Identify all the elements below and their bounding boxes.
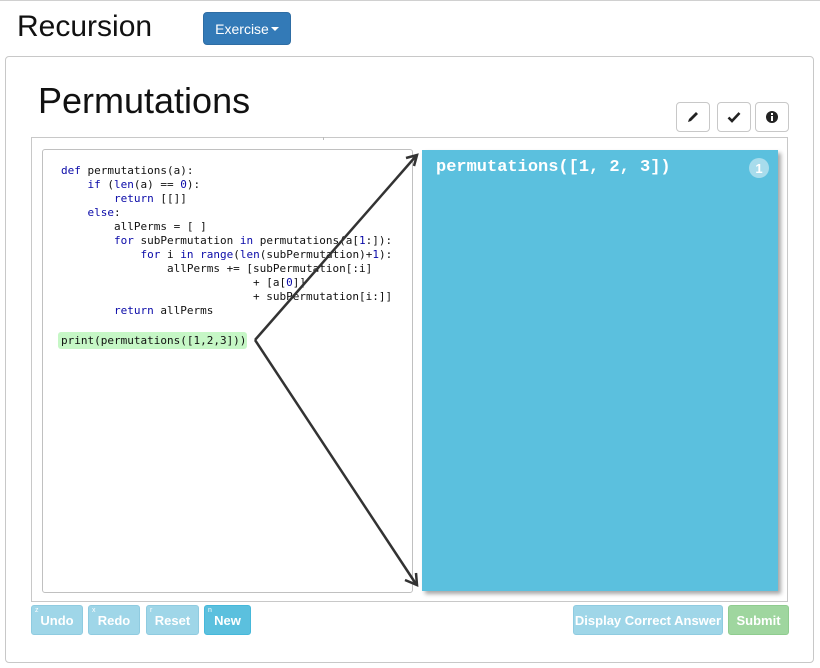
redo-hotkey: x: [92, 607, 96, 614]
check-button[interactable]: [717, 102, 751, 132]
undo-button[interactable]: z Undo: [31, 605, 83, 635]
call-frame-text: permutations([1, 2, 3]): [436, 158, 671, 177]
redo-button[interactable]: x Redo: [88, 605, 140, 635]
reset-button[interactable]: r Reset: [146, 605, 199, 635]
code-line: return allPerms: [113, 304, 214, 317]
code-line: return [[]]: [113, 192, 187, 205]
call-frame[interactable]: [422, 150, 778, 591]
exercise-title: Permutations: [38, 80, 251, 121]
code-line: allPerms += [subPermutation[:i]: [61, 262, 373, 275]
check-icon: [727, 112, 741, 123]
pencil-icon: [688, 112, 698, 122]
top-border: [0, 0, 820, 1]
frame-number-badge: 1: [749, 158, 769, 178]
new-hotkey: n: [208, 607, 212, 614]
reset-label: Reset: [154, 612, 191, 628]
app-title: Recursion: [17, 10, 153, 43]
code-line: for subPermutation in permutations(a[1:]…: [113, 234, 393, 247]
code-line: allPerms = [ ]: [61, 220, 207, 233]
code-line: if (len(a) == 0):: [87, 178, 201, 191]
exercise-menu-button[interactable]: Exercise: [203, 12, 291, 45]
new-label: New: [214, 612, 241, 628]
undo-label: Undo: [40, 612, 74, 628]
code-line: + [a[0]]: [61, 276, 307, 289]
reset-hotkey: r: [150, 607, 153, 614]
edit-button[interactable]: [676, 102, 710, 132]
submit-button[interactable]: Submit: [728, 605, 789, 635]
redo-label: Redo: [97, 612, 131, 628]
display-correct-answer-button[interactable]: Display Correct Answer: [573, 605, 723, 635]
code-line: + subPermutation[i:]]: [61, 290, 393, 303]
code-listing: def permutations(a): if (len(a) == 0): r…: [61, 164, 392, 318]
divider-tick: [323, 137, 324, 140]
print-statement[interactable]: print(permutations([1,2,3])): [58, 332, 247, 349]
info-icon: [766, 111, 778, 123]
code-line: for i in range(len(subPermutation)+1):: [140, 248, 393, 261]
new-button[interactable]: n New: [204, 605, 251, 635]
undo-hotkey: z: [35, 607, 39, 614]
info-button[interactable]: [755, 102, 789, 132]
exercise-menu-label: Exercise: [215, 20, 269, 37]
caret-down-icon: [270, 26, 279, 31]
code-line: else:: [87, 206, 121, 219]
code-line: def permutations(a):: [61, 164, 194, 177]
